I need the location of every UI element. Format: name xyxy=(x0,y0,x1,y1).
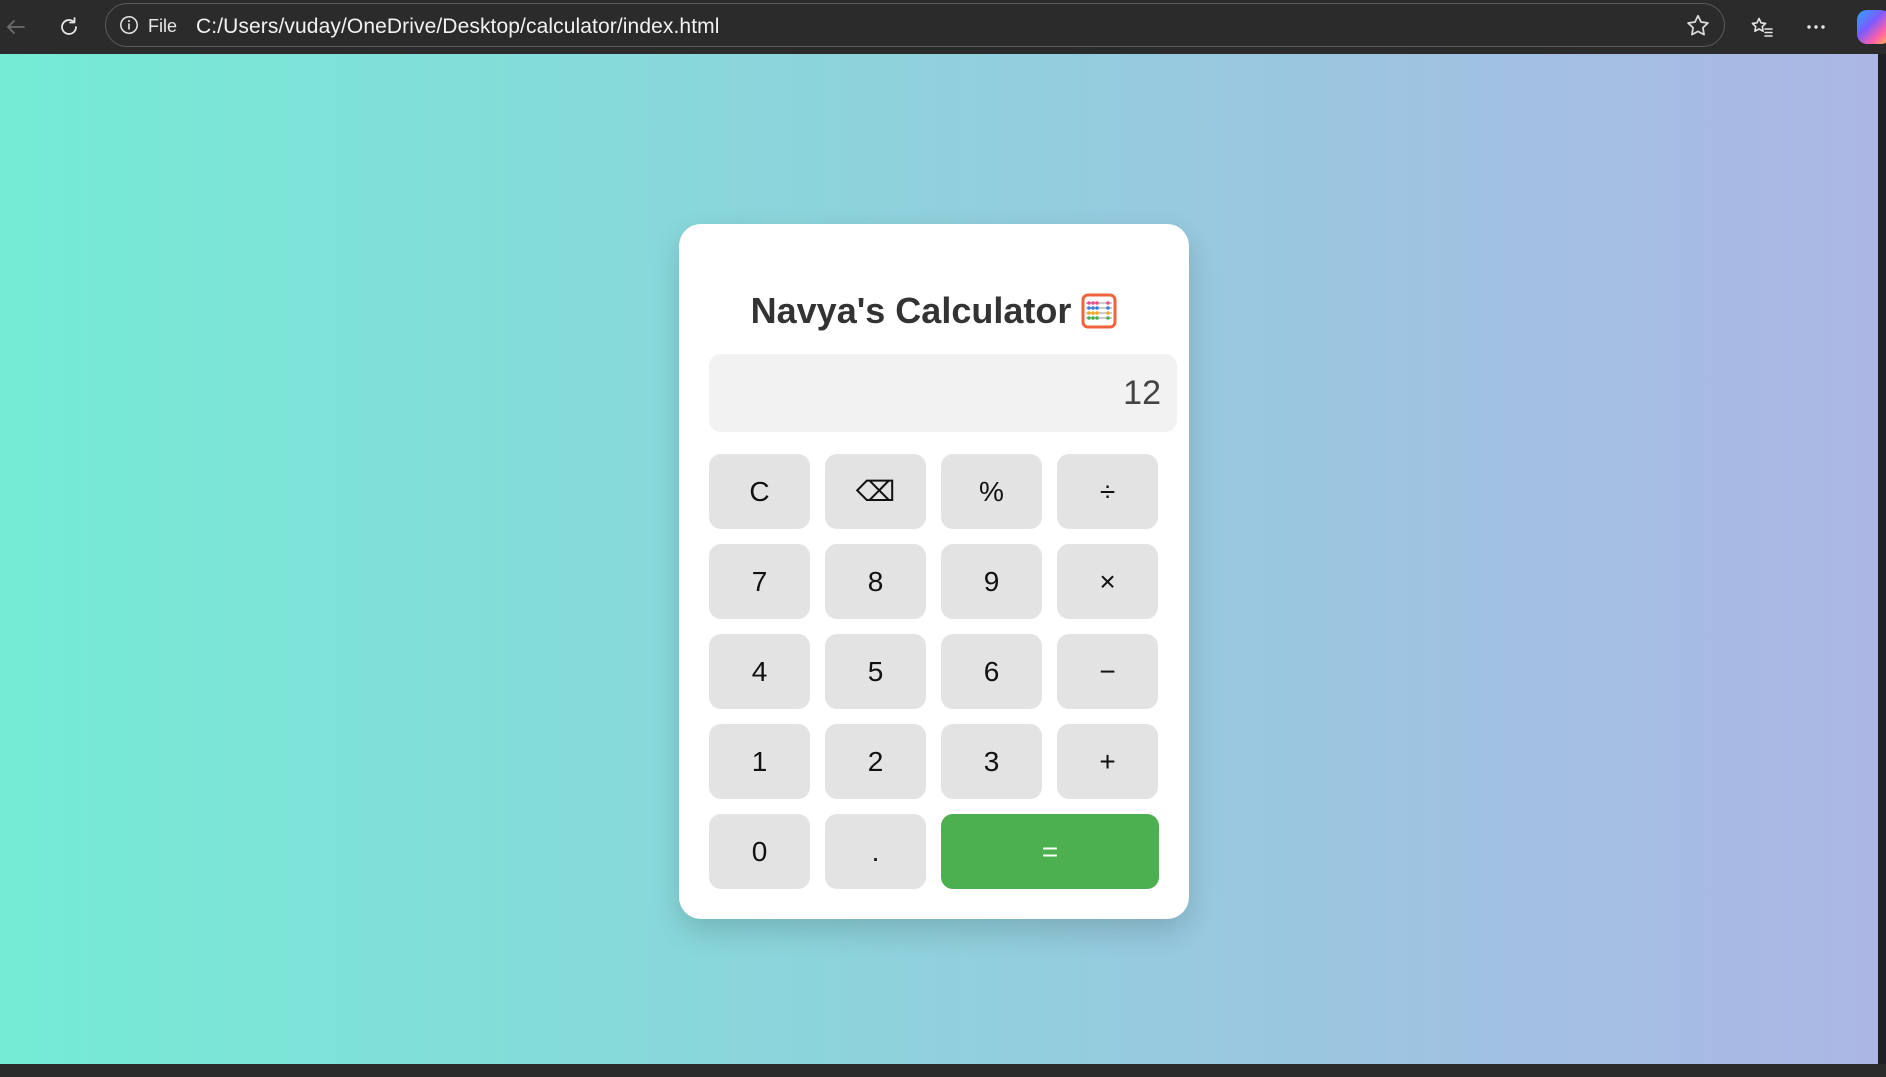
star-icon[interactable] xyxy=(1684,12,1712,40)
scheme-label: File xyxy=(148,16,178,36)
title-text: Navya's Calculator xyxy=(750,290,1072,331)
digit-9-button[interactable]: 9 xyxy=(941,544,1042,619)
percent-button[interactable]: % xyxy=(941,454,1042,529)
digit-1-button[interactable]: 1 xyxy=(709,724,810,799)
address-bar[interactable]: File C:/Users/vuday/OneDrive/Desktop/cal… xyxy=(105,3,1725,47)
more-icon[interactable] xyxy=(1796,7,1836,47)
url-text[interactable]: C:/Users/vuday/OneDrive/Desktop/calculat… xyxy=(196,15,720,39)
clear-button[interactable]: C xyxy=(709,454,810,529)
backspace-button[interactable]: ⌫ xyxy=(825,454,926,529)
digit-2-button[interactable]: 2 xyxy=(825,724,926,799)
divide-button[interactable]: ÷ xyxy=(1057,454,1158,529)
browser-toolbar: File C:/Users/vuday/OneDrive/Desktop/cal… xyxy=(0,0,1886,54)
reload-icon[interactable] xyxy=(49,7,89,47)
digit-7-button[interactable]: 7 xyxy=(709,544,810,619)
digit-4-button[interactable]: 4 xyxy=(709,634,810,709)
digit-8-button[interactable]: 8 xyxy=(825,544,926,619)
favorites-list-icon[interactable] xyxy=(1742,7,1782,47)
equals-button[interactable]: = xyxy=(941,814,1159,889)
digit-3-button[interactable]: 3 xyxy=(941,724,1042,799)
abacus-icon xyxy=(1081,293,1117,329)
digit-6-button[interactable]: 6 xyxy=(941,634,1042,709)
page-scrollbar[interactable] xyxy=(1878,54,1886,1064)
window-bottom-edge xyxy=(0,1064,1886,1077)
calculator-display: 12 xyxy=(709,354,1177,432)
multiply-button[interactable]: × xyxy=(1057,544,1158,619)
copilot-icon[interactable] xyxy=(1857,10,1886,44)
decimal-button[interactable]: . xyxy=(825,814,926,889)
calculator-title: Navya's Calculator xyxy=(679,290,1189,332)
add-button[interactable]: + xyxy=(1057,724,1158,799)
calculator-card: Navya's Calculator 12 C ⌫ % ÷ 7 8 9 × 4 … xyxy=(679,224,1189,919)
digit-0-button[interactable]: 0 xyxy=(709,814,810,889)
page-viewport: Navya's Calculator 12 C ⌫ % ÷ 7 8 9 × 4 … xyxy=(0,54,1878,1064)
back-icon[interactable] xyxy=(0,7,36,47)
subtract-button[interactable]: − xyxy=(1057,634,1158,709)
digit-5-button[interactable]: 5 xyxy=(825,634,926,709)
info-icon[interactable] xyxy=(119,15,139,35)
